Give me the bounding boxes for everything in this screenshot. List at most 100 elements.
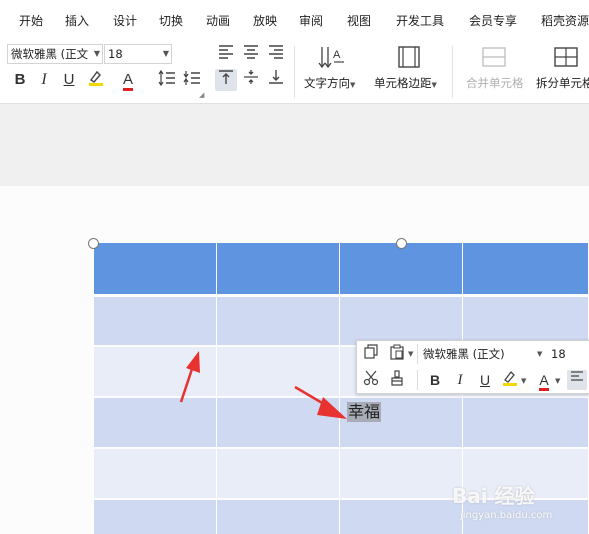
menu-animations[interactable]: 动画 [206, 12, 230, 30]
menu-transitions[interactable]: 切换 [159, 12, 183, 30]
font-color-button[interactable]: A [117, 69, 139, 91]
float-font-size-select[interactable]: 18 [551, 344, 589, 364]
table-cell[interactable] [94, 297, 217, 345]
float-align-left-button[interactable] [567, 370, 587, 390]
align-right-button[interactable] [265, 43, 287, 65]
font-size-select[interactable]: 18 ▼ [104, 44, 172, 64]
font-color-icon: A [539, 373, 549, 391]
table-row [94, 296, 589, 345]
watermark-logo: Bai 经验 [452, 484, 535, 508]
copy-icon [364, 344, 378, 359]
table-cell[interactable] [340, 243, 463, 294]
cell-margin-icon[interactable] [396, 44, 422, 70]
merge-cells-button[interactable]: 合并单元格 [466, 75, 524, 91]
float-italic-button[interactable]: I [450, 370, 470, 390]
table-cell[interactable] [463, 398, 589, 447]
font-name-select[interactable]: 微软雅黑 (正文 ▼ [7, 44, 103, 64]
toolbar-separator [417, 370, 418, 390]
menu-home[interactable]: 开始 [19, 12, 43, 30]
format-painter-button[interactable] [387, 370, 407, 390]
underline-button[interactable]: U [58, 69, 80, 91]
menu-design[interactable]: 设计 [113, 12, 137, 30]
cell-margin-button[interactable]: 单元格边距▼ [374, 75, 437, 93]
cut-button[interactable] [361, 370, 381, 390]
highlight-button[interactable] [85, 69, 107, 91]
split-cells-icon[interactable] [553, 45, 579, 69]
align-center-button[interactable] [240, 43, 262, 65]
line-spacing-button[interactable] [156, 69, 178, 91]
text-direction-icon[interactable]: A [318, 44, 346, 72]
menu-view[interactable]: 视图 [347, 12, 371, 30]
table-cell[interactable] [94, 449, 217, 498]
bold-button[interactable]: B [9, 69, 31, 91]
table-cell[interactable] [94, 500, 217, 534]
format-painter-icon [391, 370, 403, 386]
menu-developer[interactable]: 开发工具 [396, 12, 444, 30]
table-cell[interactable] [340, 449, 463, 498]
chevron-down-icon: ▼ [537, 350, 543, 358]
floating-format-toolbar: ▼ 微软雅黑 (正文) ▼ 18 B I U ▼ A ▼ [356, 340, 589, 394]
align-left-button[interactable] [215, 43, 237, 65]
menu-member[interactable]: 会员专享 [469, 12, 517, 30]
paste-icon [390, 344, 404, 360]
float-font-color-button[interactable]: A [534, 370, 554, 391]
table-cell[interactable] [94, 243, 217, 294]
float-font-name-select[interactable]: 微软雅黑 (正文) ▼ [423, 344, 545, 364]
paragraph-spacing-icon [183, 71, 200, 85]
table-cell[interactable] [217, 449, 340, 498]
align-top-icon [219, 70, 233, 84]
watermark-url: jingyan.baidu.com [460, 510, 553, 521]
menu-insert[interactable]: 插入 [65, 12, 89, 30]
align-middle-button[interactable] [240, 69, 262, 91]
copy-button[interactable] [361, 344, 381, 364]
table-cell[interactable] [463, 243, 589, 294]
chevron-down-icon: ▼ [162, 49, 169, 58]
float-highlight-button[interactable] [500, 370, 520, 390]
align-middle-icon [244, 70, 258, 84]
align-top-button[interactable] [215, 69, 237, 91]
highlighter-icon [503, 371, 517, 386]
line-spacing-icon [158, 69, 175, 87]
table-cell[interactable] [94, 398, 217, 447]
align-bottom-icon [269, 70, 283, 84]
table-cell[interactable] [463, 297, 589, 345]
merge-cells-icon [481, 45, 507, 69]
table-cell[interactable] [217, 297, 340, 345]
font-size-value: 18 [108, 47, 123, 61]
scissors-icon [363, 370, 379, 386]
chevron-down-icon[interactable]: ▼ [408, 350, 413, 358]
selected-cell-text[interactable]: 幸福 [347, 402, 382, 422]
paste-button[interactable] [387, 344, 407, 364]
menu-docer[interactable]: 稻壳资源 [541, 12, 589, 30]
ribbon-toolbar: 微软雅黑 (正文 ▼ 18 ▼ B I U ▼ A ▼ ◢ [0, 42, 589, 126]
toolbar-separator [417, 344, 418, 364]
align-left-icon [571, 371, 583, 381]
float-bold-button[interactable]: B [425, 370, 445, 390]
align-bottom-button[interactable] [265, 69, 287, 91]
float-underline-button[interactable]: U [475, 370, 495, 390]
chevron-down-icon[interactable]: ▼ [555, 377, 560, 385]
chevron-down-icon: ▼ [93, 49, 100, 58]
text-direction-button[interactable]: 文字方向▼ [304, 75, 355, 93]
align-left-icon [219, 45, 233, 59]
paragraph-spacing-button[interactable] [181, 69, 203, 91]
resize-handle-top-center[interactable] [396, 238, 407, 249]
resize-handle-top-left[interactable] [88, 238, 99, 249]
menu-review[interactable]: 审阅 [299, 12, 323, 30]
ribbon-separator [452, 46, 453, 98]
split-cells-button[interactable]: 拆分单元格 [536, 75, 589, 91]
table-cell[interactable] [217, 500, 340, 534]
italic-button[interactable]: I [33, 69, 55, 91]
font-name-value: 微软雅黑 (正文 [11, 47, 89, 61]
table-header-row [94, 243, 589, 294]
table-cell[interactable] [340, 500, 463, 534]
dialog-launcher-icon[interactable]: ◢ [199, 91, 204, 99]
ribbon-separator [294, 46, 295, 98]
font-color-icon: A [122, 72, 133, 91]
cell-margin-label: 单元格边距 [374, 76, 432, 90]
table-cell[interactable] [217, 243, 340, 294]
table-cell[interactable] [340, 297, 463, 345]
chevron-down-icon[interactable]: ▼ [521, 377, 526, 385]
arrow-annotation-icon [294, 385, 347, 419]
menu-slideshow[interactable]: 放映 [253, 12, 277, 30]
